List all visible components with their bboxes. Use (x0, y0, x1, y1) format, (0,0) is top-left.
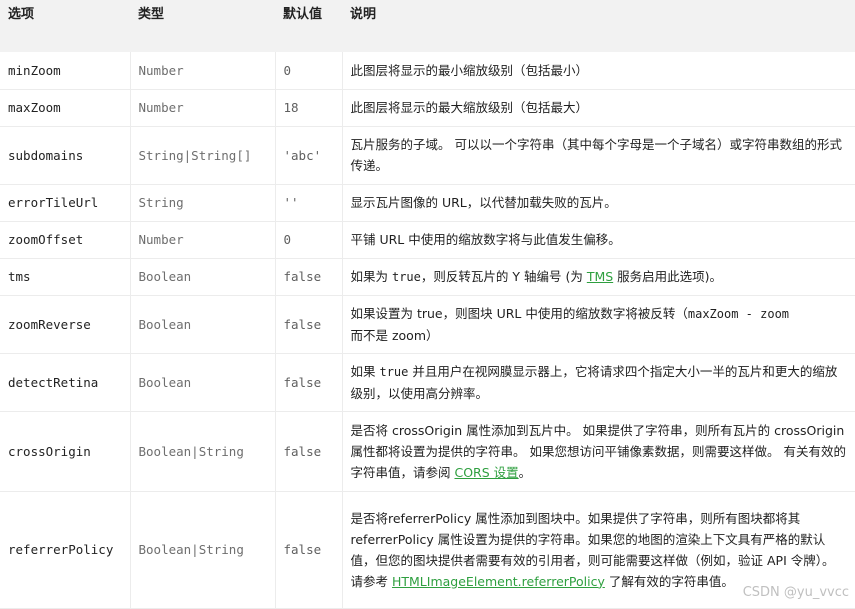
option-type: Boolean|String (130, 491, 276, 608)
option-default: false (275, 411, 343, 491)
option-name: zoomOffset (0, 221, 131, 258)
table-row: zoomOffset Number 0 平铺 URL 中使用的缩放数字将与此值发… (0, 221, 855, 258)
option-name: referrerPolicy (0, 491, 131, 608)
table-row: maxZoom Number 18 此图层将显示的最大缩放级别（包括最大） (0, 89, 855, 126)
option-description: 显示瓦片图像的 URL，以代替加载失败的瓦片。 (350, 195, 617, 210)
option-default: false (275, 353, 343, 411)
desc-text: 如果设置为 true，则图块 URL 中使用的缩放数字将被反转（ (350, 305, 688, 321)
inline-code: maxZoom - zoom (687, 306, 790, 321)
option-type: Boolean (130, 258, 276, 295)
option-description: 平铺 URL 中使用的缩放数字将与此值发生偏移。 (350, 232, 621, 247)
desc-text: 而不是 zoom） (350, 327, 439, 343)
table-row: zoomReverse Boolean false 如果设置为 true，则图块… (0, 295, 855, 353)
header-type: 类型 (138, 7, 165, 22)
option-type: Boolean (130, 295, 276, 353)
option-type: Number (130, 52, 276, 89)
option-description: 瓦片服务的子域。 可以以一个字符串（其中每个字母是一个子域名）或字符串数组的形式… (350, 137, 842, 173)
option-description: 如果设置为 true，则图块 URL 中使用的缩放数字将被反转（maxZoom … (342, 295, 855, 353)
desc-text: 如果 (350, 363, 380, 379)
option-default: false (275, 491, 343, 608)
header-option: 选项 (8, 7, 35, 22)
desc-text: 了解有效的字符串值。 (604, 573, 734, 589)
tms-link[interactable]: TMS (587, 269, 613, 284)
option-type: Number (130, 89, 276, 126)
header-default: 默认值 (283, 7, 323, 22)
option-description: 此图层将显示的最大缩放级别（包括最大） (350, 100, 589, 115)
referrer-policy-link[interactable]: HTMLImageElement.referrerPolicy (392, 574, 605, 589)
desc-text: ，则反转瓦片的 Y 轴编号 (为 (420, 268, 587, 284)
option-default: false (275, 258, 343, 295)
desc-text: 。 (518, 464, 532, 480)
option-name: zoomReverse (0, 295, 131, 353)
table-row: subdomains String|String[] 'abc' 瓦片服务的子域… (0, 126, 855, 184)
table-row: tms Boolean false 如果为 true，则反转瓦片的 Y 轴编号 … (0, 258, 855, 295)
option-name: crossOrigin (0, 411, 131, 491)
table-row: minZoom Number 0 此图层将显示的最小缩放级别（包括最小） (0, 52, 855, 89)
table-row: errorTileUrl String '' 显示瓦片图像的 URL，以代替加载… (0, 184, 855, 221)
option-default: 18 (275, 89, 343, 126)
option-description: 是否将 crossOrigin 属性添加到瓦片中。 如果提供了字符串，则所有瓦片… (342, 411, 855, 491)
option-description: 如果为 true，则反转瓦片的 Y 轴编号 (为 TMS 服务启用此选项)。 (342, 258, 855, 295)
option-name: subdomains (0, 126, 131, 184)
desc-text: 并且用户在视网膜显示器上，它将请求四个指定大小一半的瓦片和更大的缩放级别，以使用… (350, 363, 838, 401)
desc-text: 是否将 crossOrigin 属性添加到瓦片中。 如果提供了字符串，则所有瓦片… (350, 422, 846, 480)
option-description: 如果 true 并且用户在视网膜显示器上，它将请求四个指定大小一半的瓦片和更大的… (342, 353, 855, 411)
option-default: '' (275, 184, 343, 221)
table-header: 选项 类型 默认值 说明 (0, 0, 855, 52)
header-row: 选项 类型 默认值 说明 (0, 0, 855, 52)
cors-settings-link[interactable]: CORS 设置 (454, 465, 518, 480)
option-default: 'abc' (275, 126, 343, 184)
option-default: 0 (275, 52, 343, 89)
desc-text: 服务启用此选项)。 (613, 268, 723, 284)
option-default: 0 (275, 221, 343, 258)
option-description: 此图层将显示的最小缩放级别（包括最小） (350, 62, 589, 78)
inline-code: true (391, 269, 421, 284)
option-type: String (130, 184, 276, 221)
option-name: detectRetina (0, 353, 131, 411)
option-name: tms (0, 258, 131, 295)
options-table: 选项 类型 默认值 说明 minZoom Number 0 此图层将显示的最小缩… (0, 0, 855, 609)
option-type: String|String[] (130, 126, 276, 184)
inline-code: true (379, 364, 409, 379)
option-name: maxZoom (0, 89, 131, 126)
table-body: minZoom Number 0 此图层将显示的最小缩放级别（包括最小） max… (0, 52, 855, 608)
option-name: minZoom (0, 52, 131, 89)
option-type: Boolean|String (130, 411, 276, 491)
option-type: Number (130, 221, 276, 258)
table-row: referrerPolicy Boolean|String false 是否将r… (0, 491, 855, 608)
table-row: crossOrigin Boolean|String false 是否将 cro… (0, 411, 855, 491)
option-name: errorTileUrl (0, 184, 131, 221)
table-row: detectRetina Boolean false 如果 true 并且用户在… (0, 353, 855, 411)
watermark: CSDN @yu_vvcc (742, 585, 849, 600)
desc-text: 如果为 (350, 268, 392, 284)
option-type: Boolean (130, 353, 276, 411)
option-default: false (275, 295, 343, 353)
header-description: 说明 (350, 7, 377, 22)
